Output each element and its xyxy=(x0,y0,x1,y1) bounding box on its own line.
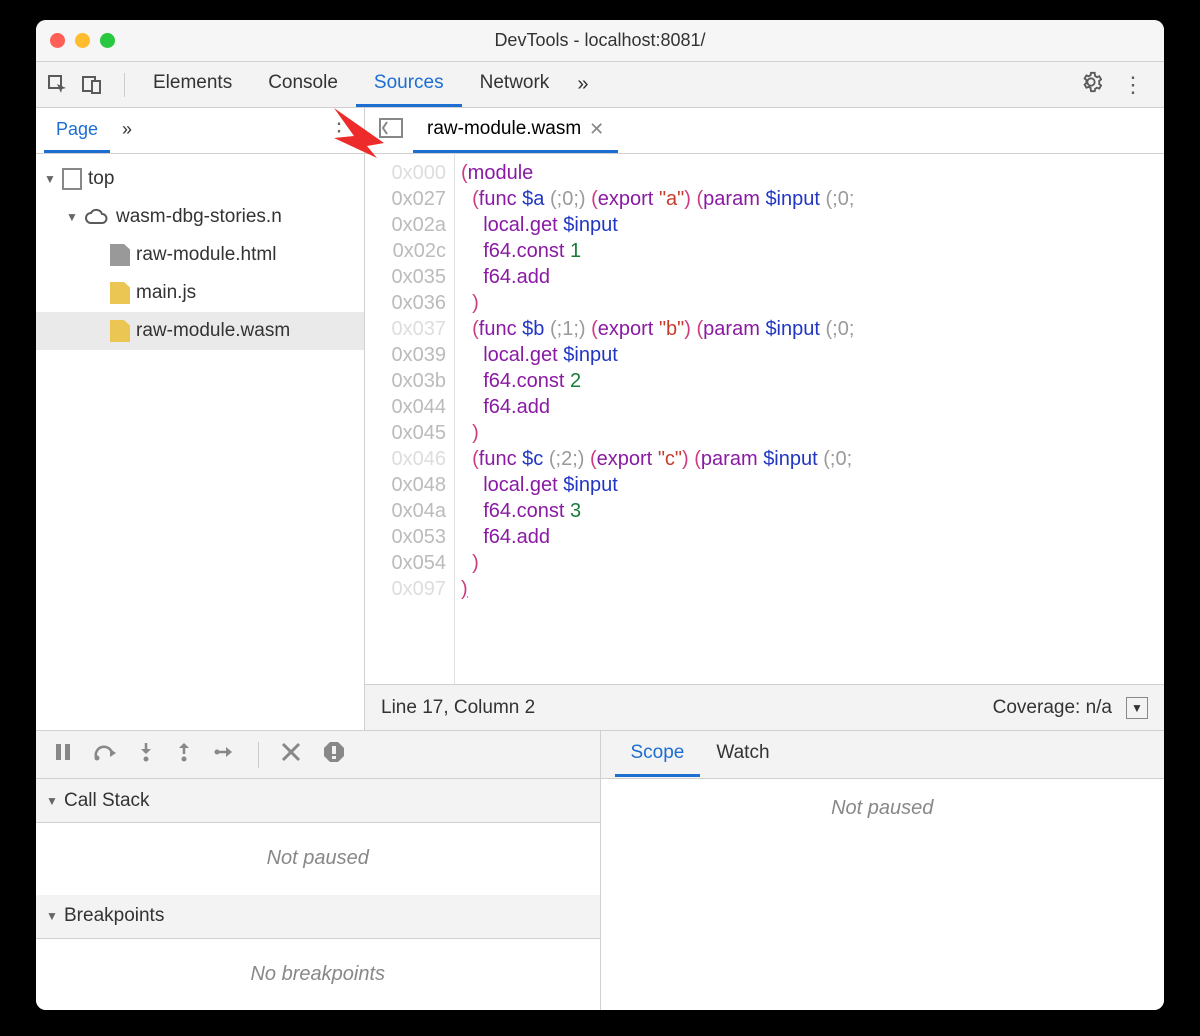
watch-tab[interactable]: Watch xyxy=(700,732,785,777)
editor-tab-raw-module-wasm[interactable]: raw-module.wasm ✕ xyxy=(413,108,618,153)
gutter[interactable]: 0x000 0x027 0x02a 0x02c 0x035 0x036 0x03… xyxy=(365,154,455,684)
close-tab-icon[interactable]: ✕ xyxy=(589,119,604,140)
tab-console[interactable]: Console xyxy=(250,62,356,107)
breakpoints-header[interactable]: ▼Breakpoints xyxy=(36,895,600,939)
pause-on-exceptions-icon[interactable] xyxy=(323,741,345,768)
deactivate-breakpoints-icon[interactable] xyxy=(281,742,301,767)
file-raw-module-wasm[interactable]: raw-module.wasm xyxy=(36,312,364,350)
kebab-menu-icon[interactable]: ⋮ xyxy=(1112,72,1154,98)
editor-status-bar: Line 17, Column 2 Coverage: n/a ▼ xyxy=(365,684,1164,730)
close-window-button[interactable] xyxy=(50,33,65,48)
scope-tab[interactable]: Scope xyxy=(615,732,701,777)
coverage-reload-icon[interactable]: ▼ xyxy=(1126,697,1148,719)
devtools-window: DevTools - localhost:8081/ Elements Cons… xyxy=(36,20,1164,1010)
file-raw-module-html[interactable]: raw-module.html xyxy=(36,236,364,274)
more-tabs-icon[interactable]: » xyxy=(567,73,598,96)
call-stack-body: Not paused xyxy=(36,823,600,895)
call-stack-header[interactable]: ▼Call Stack xyxy=(36,779,600,823)
tab-network[interactable]: Network xyxy=(462,62,568,107)
tree-top-frame[interactable]: ▼ top xyxy=(36,160,364,198)
page-tab[interactable]: Page xyxy=(44,109,110,153)
device-toolbar-icon[interactable] xyxy=(80,73,104,97)
editor-pane: raw-module.wasm ✕ 0x000 0x027 0x02a 0x02… xyxy=(365,108,1164,730)
sidebar-menu-icon[interactable]: ⋮ xyxy=(314,118,364,144)
gear-icon[interactable] xyxy=(1070,71,1112,99)
titlebar: DevTools - localhost:8081/ xyxy=(36,20,1164,62)
debugger-pane: ▼Call Stack Not paused ▼Breakpoints No b… xyxy=(36,730,1164,1010)
tab-sources[interactable]: Sources xyxy=(356,62,462,107)
tab-elements[interactable]: Elements xyxy=(135,62,250,107)
scope-body: Not paused xyxy=(601,779,1165,1010)
sources-sidebar: Page » ⋮ ▼ top ▼ wasm-dbg-stories.n raw-… xyxy=(36,108,365,730)
pause-icon[interactable] xyxy=(54,743,72,766)
file-tree: ▼ top ▼ wasm-dbg-stories.n raw-module.ht… xyxy=(36,154,364,730)
coverage-status: Coverage: n/a xyxy=(993,697,1112,719)
step-out-icon[interactable] xyxy=(176,742,192,767)
source-code[interactable]: (module (func $a (;0;) (export "a") (par… xyxy=(455,154,854,684)
cursor-position: Line 17, Column 2 xyxy=(381,697,535,719)
file-main-js[interactable]: main.js xyxy=(36,274,364,312)
window-title: DevTools - localhost:8081/ xyxy=(494,30,705,51)
breakpoints-body: No breakpoints xyxy=(36,939,600,1011)
minimize-window-button[interactable] xyxy=(75,33,90,48)
step-into-icon[interactable] xyxy=(138,742,154,767)
devtools-tabstrip: Elements Console Sources Network » ⋮ xyxy=(36,62,1164,108)
step-over-icon[interactable] xyxy=(94,743,116,766)
toggle-navigator-icon[interactable] xyxy=(369,118,413,143)
debug-toolbar xyxy=(36,731,600,779)
inspect-icon[interactable] xyxy=(46,73,70,97)
step-icon[interactable] xyxy=(214,744,236,765)
tree-host[interactable]: ▼ wasm-dbg-stories.n xyxy=(36,198,364,236)
zoom-window-button[interactable] xyxy=(100,33,115,48)
more-sources-tabs-icon[interactable]: » xyxy=(110,109,144,153)
